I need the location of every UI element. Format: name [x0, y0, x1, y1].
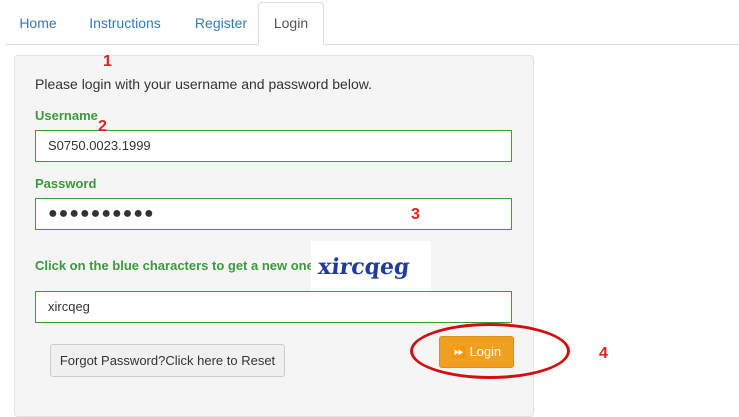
username-label: Username — [35, 108, 98, 123]
tab-home[interactable]: Home — [5, 3, 71, 43]
annotation-ellipse — [410, 323, 570, 379]
login-intro-text: Please login with your username and pass… — [35, 76, 372, 92]
password-input[interactable]: ●●●●●●●●●● — [35, 198, 512, 230]
forgot-password-button[interactable]: Forgot Password?Click here to Reset — [50, 344, 285, 377]
nav-tabs: Home Instructions Register Login — [5, 0, 739, 45]
annotation-marker-4: 4 — [599, 345, 608, 362]
annotation-marker-2: 2 — [98, 118, 107, 135]
captcha-image[interactable]: xircqeg — [311, 241, 431, 291]
tab-instructions[interactable]: Instructions — [76, 3, 174, 43]
tab-register[interactable]: Register — [181, 3, 261, 43]
captcha-input[interactable]: xircqeg — [35, 291, 512, 323]
captcha-label: Click on the blue characters to get a ne… — [35, 258, 314, 273]
password-label: Password — [35, 176, 97, 191]
annotation-marker-1: 1 — [103, 53, 112, 70]
tab-login[interactable]: Login — [258, 2, 324, 45]
annotation-marker-3: 3 — [411, 206, 420, 223]
captcha-image-text: xircqeg — [317, 254, 411, 280]
